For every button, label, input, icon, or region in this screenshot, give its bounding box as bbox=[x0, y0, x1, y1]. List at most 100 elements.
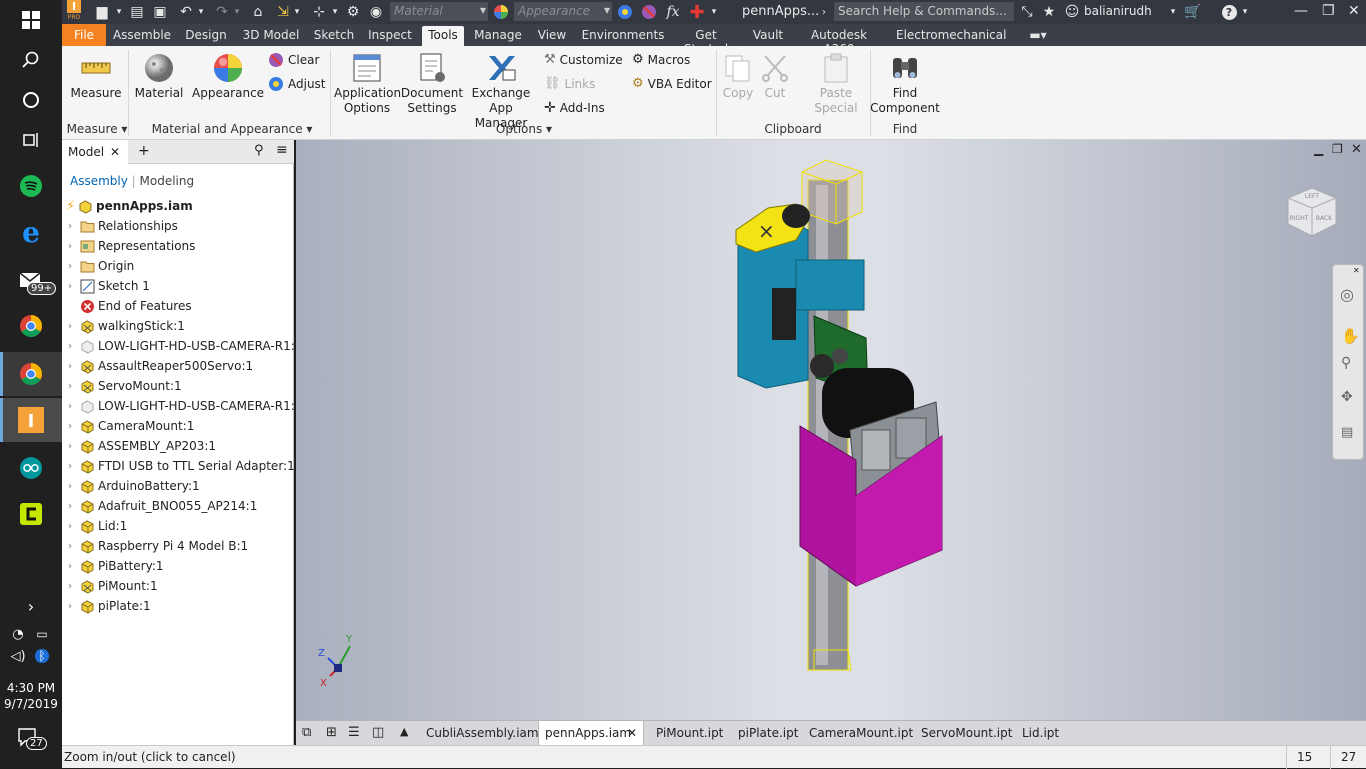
doc-tab-pennapps[interactable]: pennApps.iam ✕ bbox=[538, 721, 644, 746]
chrome-icon[interactable] bbox=[15, 310, 47, 342]
undo-icon[interactable]: ↶ bbox=[178, 4, 194, 20]
tile-icon[interactable]: ⊞ bbox=[326, 725, 337, 740]
document-settings-icon[interactable]: ◉ bbox=[368, 4, 384, 20]
application-options-button[interactable]: Application Options bbox=[334, 52, 401, 116]
cura-icon[interactable] bbox=[15, 498, 47, 530]
chrome-icon[interactable] bbox=[15, 358, 47, 390]
tab-vault[interactable]: Vault bbox=[746, 26, 790, 46]
steering-wheel-icon[interactable]: ◎ bbox=[1340, 285, 1354, 304]
mode-assembly[interactable]: Assembly bbox=[70, 174, 128, 188]
return-dropdown-icon[interactable]: ▾ bbox=[292, 4, 302, 20]
edge-icon[interactable]: e bbox=[15, 216, 47, 249]
tree-item[interactable]: End of Features bbox=[68, 296, 192, 316]
expand-arrow-icon[interactable]: › bbox=[68, 481, 80, 492]
search-icon[interactable]: ⚲ bbox=[254, 143, 264, 158]
tree-item[interactable]: › CameraMount:1 bbox=[68, 416, 194, 436]
expand-arrow-icon[interactable]: › bbox=[68, 321, 80, 332]
graphics-viewport[interactable]: ▁ ❐ ✕ × LEFT RIGHT BACK Y Z X bbox=[296, 140, 1366, 720]
add-ins-button[interactable]: ✛ Add-Ins bbox=[544, 100, 605, 116]
adjust-button[interactable]: Adjust bbox=[268, 76, 326, 92]
links-button[interactable]: ⛓ Links bbox=[544, 76, 595, 91]
select-dropdown-icon[interactable]: ▾ bbox=[330, 4, 340, 20]
inventor-app-icon[interactable]: I PRO bbox=[66, 0, 82, 20]
expand-arrow-icon[interactable]: › bbox=[68, 421, 80, 432]
expand-arrow-icon[interactable]: › bbox=[68, 501, 80, 512]
doc-tab-lid[interactable]: Lid.ipt bbox=[1016, 724, 1065, 742]
appearance-ball-icon[interactable] bbox=[492, 4, 510, 20]
minimize-icon[interactable]: — bbox=[1294, 3, 1308, 19]
tab-manage[interactable]: Manage bbox=[470, 26, 526, 46]
expand-arrow-icon[interactable]: › bbox=[68, 401, 80, 412]
tab-get-started[interactable]: Get Started bbox=[672, 26, 740, 56]
tree-item[interactable]: › LOW-LIGHT-HD-USB-CAMERA-R1:2 bbox=[68, 396, 302, 416]
viewcube[interactable]: LEFT RIGHT BACK bbox=[1282, 184, 1342, 244]
tab-assemble[interactable]: Assemble bbox=[110, 26, 174, 46]
expand-arrow-icon[interactable]: › bbox=[68, 541, 80, 552]
user-dropdown-icon[interactable]: ▾ bbox=[1168, 4, 1178, 20]
customize-toolbar-icon[interactable]: ▾ bbox=[708, 4, 720, 20]
restore-icon[interactable]: ❐ bbox=[1322, 3, 1335, 19]
tree-item[interactable]: › Lid:1 bbox=[68, 516, 127, 536]
redo-dropdown-icon[interactable]: ▾ bbox=[232, 4, 242, 20]
appearance-button[interactable]: Appearance bbox=[192, 52, 264, 101]
undo-dropdown-icon[interactable]: ▾ bbox=[196, 4, 206, 20]
appearance-dropdown[interactable]: Appearance bbox=[514, 2, 612, 21]
close-icon[interactable]: ✕ bbox=[110, 145, 120, 159]
open-folder-icon[interactable]: ▤ bbox=[128, 4, 146, 20]
mail-icon[interactable]: 99+ bbox=[15, 264, 57, 296]
tab-autodesk-a360[interactable]: Autodesk A360 bbox=[796, 26, 882, 56]
tab-view[interactable]: View bbox=[532, 26, 572, 46]
pan-icon[interactable]: ✋ bbox=[1341, 327, 1360, 345]
doc-tab-cubliassembly[interactable]: CubliAssembly.iam bbox=[420, 724, 545, 742]
copy-button[interactable]: Copy bbox=[720, 52, 756, 101]
tab-tools[interactable]: Tools bbox=[422, 26, 464, 46]
tree-item[interactable]: › FTDI USB to TTL Serial Adapter:1 bbox=[68, 456, 295, 476]
mode-modeling[interactable]: Modeling bbox=[140, 174, 195, 188]
tab-design[interactable]: Design bbox=[180, 26, 232, 46]
tab-list-icon[interactable]: ▲ bbox=[400, 725, 408, 738]
tab-electromechanical[interactable]: Electromechanical bbox=[896, 26, 1006, 46]
tree-item[interactable]: › ASSEMBLY_AP203:1 bbox=[68, 436, 216, 456]
user-name[interactable]: balianirudh bbox=[1084, 4, 1152, 18]
close-icon[interactable]: ✕ bbox=[627, 726, 637, 740]
volume-icon[interactable]: ◁) bbox=[8, 640, 28, 672]
measure-button[interactable]: Measure bbox=[68, 52, 124, 101]
menu-icon[interactable]: ≡ bbox=[276, 142, 288, 158]
help-dropdown-icon[interactable]: ▾ bbox=[1240, 4, 1250, 20]
home-icon[interactable]: ⌂ bbox=[250, 4, 266, 20]
task-view-icon[interactable] bbox=[15, 124, 47, 156]
favorites-star-icon[interactable]: ★ bbox=[1040, 4, 1058, 20]
expand-arrow-icon[interactable]: › bbox=[68, 361, 80, 372]
add-icon[interactable]: ✚ bbox=[688, 2, 706, 23]
tree-item[interactable]: › AssaultReaper500Servo:1 bbox=[68, 356, 253, 376]
tree-item[interactable]: › piPlate:1 bbox=[68, 596, 151, 616]
expand-arrow-icon[interactable]: › bbox=[68, 521, 80, 532]
expand-arrow-icon[interactable]: › bbox=[68, 281, 80, 292]
customize-button[interactable]: ⚒ Customize bbox=[544, 52, 623, 67]
tree-item[interactable]: › Raspberry Pi 4 Model B:1 bbox=[68, 536, 248, 556]
title-expand-icon[interactable]: › bbox=[818, 4, 830, 20]
arduino-icon[interactable] bbox=[15, 452, 47, 484]
expand-arrow-icon[interactable]: › bbox=[68, 261, 80, 272]
tree-item[interactable]: › Sketch 1 bbox=[68, 276, 150, 296]
tree-item[interactable]: › ArduinoBattery:1 bbox=[68, 476, 200, 496]
adjust-appearance-icon[interactable] bbox=[616, 4, 634, 20]
add-browser-icon[interactable]: + bbox=[138, 143, 150, 159]
document-settings-button[interactable]: Document Settings bbox=[400, 52, 464, 116]
cut-button[interactable]: Cut bbox=[758, 52, 792, 101]
tree-item[interactable]: › Adafruit_BNO055_AP214:1 bbox=[68, 496, 257, 516]
tree-item[interactable]: › Representations bbox=[68, 236, 195, 256]
tree-item[interactable]: › Relationships bbox=[68, 216, 178, 236]
windows-start-icon[interactable] bbox=[15, 4, 47, 36]
tab-3d-model[interactable]: 3D Model bbox=[236, 26, 306, 46]
close-icon[interactable]: ✕ bbox=[1348, 3, 1360, 19]
options-group-dropdown[interactable]: Options ▾ bbox=[334, 122, 714, 136]
exchange-app-manager-button[interactable]: Exchange App Manager bbox=[464, 52, 538, 131]
tab-file[interactable]: File bbox=[62, 24, 106, 46]
macros-button[interactable]: ⚙ Macros bbox=[632, 52, 690, 67]
material-dropdown[interactable]: Material bbox=[390, 2, 488, 21]
cascade-icon[interactable]: ⧉ bbox=[302, 725, 311, 740]
inventor-icon[interactable]: I bbox=[15, 404, 47, 436]
material-button[interactable]: Material bbox=[132, 52, 186, 101]
material-group-dropdown[interactable]: Material and Appearance ▾ bbox=[132, 122, 332, 136]
